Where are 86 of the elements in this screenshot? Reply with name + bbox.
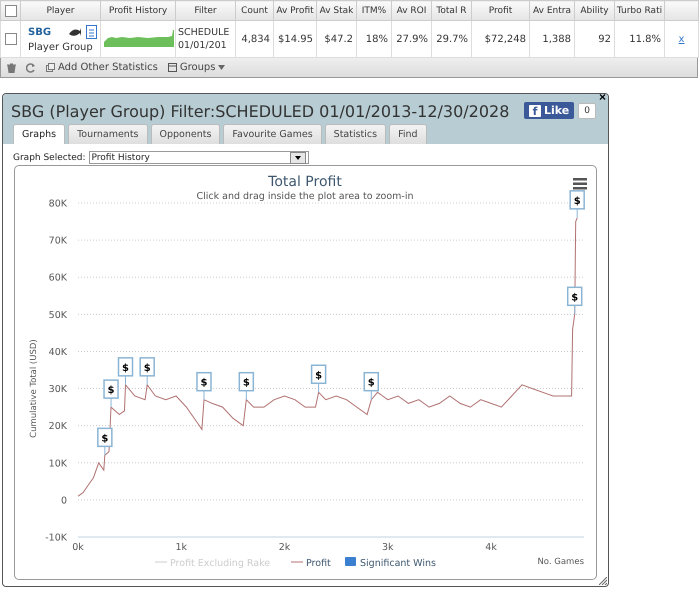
legend-item[interactable]: Profit: [290, 558, 331, 569]
table-cell: 27.9%: [396, 34, 428, 44]
groups-dropdown[interactable]: Groups: [168, 62, 226, 73]
caret-icon: [218, 65, 226, 70]
column-header[interactable]: Profit: [472, 0, 530, 20]
y-axis-title: Cumulative Total (USD): [29, 339, 39, 438]
column-header[interactable]: Player: [20, 0, 100, 20]
column-header[interactable]: Filter: [176, 0, 236, 20]
column-header[interactable]: Ability: [574, 0, 614, 20]
select-all-checkbox[interactable]: [4, 4, 16, 16]
tab[interactable]: Tournaments: [68, 124, 148, 144]
y-axis-label: 0: [60, 495, 67, 506]
like-button[interactable]: f Like: [524, 102, 574, 119]
document-icon[interactable]: [86, 25, 97, 39]
x-axis-title: No. Games: [537, 557, 584, 567]
graph-select-label: Graph Selected:: [13, 152, 86, 162]
y-axis-label: 80K: [48, 198, 67, 210]
column-header[interactable]: Av Entra: [530, 0, 574, 20]
table-cell: 18%: [366, 34, 388, 44]
y-axis-label: 40K: [48, 346, 67, 358]
annotation: $: [122, 362, 130, 374]
player-name[interactable]: SBG: [28, 26, 52, 38]
column-header[interactable]: ITM%: [356, 0, 392, 20]
chart-subtitle: Click and drag inside the plot area to zoom-in: [196, 191, 414, 202]
tab[interactable]: Opponents: [150, 124, 220, 144]
table-cell: $47.2: [324, 34, 353, 44]
y-axis-label: 30K: [48, 384, 67, 396]
trash-icon[interactable]: [7, 62, 16, 72]
refresh-icon[interactable]: [26, 62, 36, 72]
annotation: $: [315, 370, 322, 382]
window-icon: [168, 63, 177, 72]
x-axis-label: 1k: [176, 542, 188, 553]
graph-dropdown[interactable]: Profit History: [88, 151, 309, 164]
table-cell: 92: [598, 34, 611, 44]
tab[interactable]: Graphs: [13, 124, 66, 144]
legend-item[interactable]: Significant Wins: [345, 557, 436, 569]
tab[interactable]: Find: [389, 124, 427, 144]
x-axis-label: 0k: [72, 542, 84, 553]
table-cell: 11.8%: [629, 34, 661, 44]
tab[interactable]: Statistics: [324, 124, 386, 144]
column-header[interactable]: Total R: [432, 0, 472, 20]
menu-icon[interactable]: [573, 178, 587, 190]
annotation: $: [101, 433, 108, 444]
chart-title: Total Profit: [268, 174, 342, 190]
column-header[interactable]: Count: [236, 0, 274, 20]
y-axis-label: 60K: [48, 272, 67, 284]
y-axis-label: 10K: [48, 458, 67, 470]
player-group-label: Player Group: [28, 42, 94, 53]
column-header[interactable]: Turbo Rati: [614, 0, 664, 20]
annotation: $: [574, 196, 581, 207]
x-axis-label: 3k: [382, 542, 394, 553]
annotation: $: [108, 385, 115, 396]
tab[interactable]: Favourite Games: [223, 124, 322, 144]
table-cell: 1,388: [542, 34, 571, 44]
column-header[interactable]: Av ROI: [392, 0, 432, 20]
table-cell: 4,834: [241, 34, 270, 44]
table-cell: $72,248: [484, 34, 526, 44]
y-axis-label: 20K: [48, 421, 67, 432]
column-header[interactable]: Profit History: [100, 0, 176, 20]
windows-icon: [46, 63, 55, 72]
remove-link[interactable]: x: [678, 34, 684, 44]
annotation: $: [571, 292, 578, 304]
add-statistics-button[interactable]: Add Other Statistics: [46, 62, 158, 73]
row-checkbox[interactable]: [4, 33, 16, 45]
annotation: $: [200, 378, 208, 389]
annotation: $: [144, 362, 151, 374]
column-header[interactable]: Av Stak: [316, 0, 356, 20]
close-button[interactable]: ×: [598, 90, 606, 104]
profit-sparkline: [104, 28, 174, 46]
resize-grip-icon[interactable]: [599, 577, 607, 585]
y-axis-label: -10K: [45, 532, 67, 544]
filter-text: SCHEDULE 01/01/201: [178, 27, 230, 51]
like-count: 0: [578, 102, 596, 118]
legend-label: Profit: [306, 558, 332, 569]
column-header[interactable]: Av Profit: [274, 0, 316, 20]
x-axis-label: 2k: [278, 542, 290, 553]
table-cell: 29.7%: [436, 34, 468, 44]
y-axis-label: 50K: [48, 310, 67, 321]
caret-icon: [294, 156, 301, 160]
y-axis-label: 70K: [48, 236, 67, 247]
annotation: $: [242, 378, 250, 389]
table-cell: $14.95: [278, 34, 313, 44]
x-axis-label: 4k: [485, 542, 497, 553]
annotation: $: [368, 378, 375, 389]
fish-icon[interactable]: [68, 26, 82, 38]
dialog-title: SBG (Player Group) Filter:SCHEDULED 01/01/2013-12/30/2028: [11, 102, 510, 121]
